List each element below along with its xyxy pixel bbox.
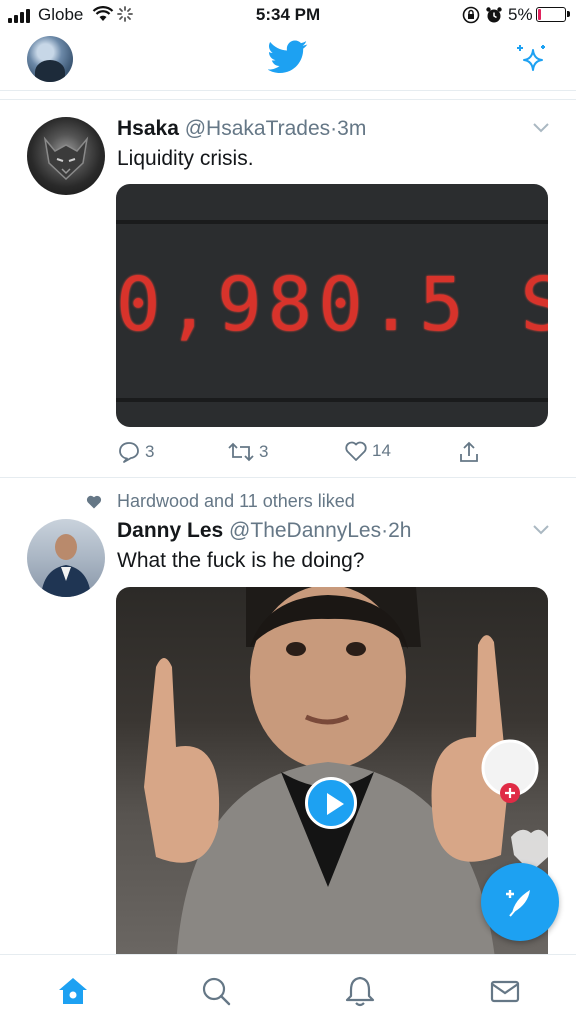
reply-count: 3 — [145, 442, 155, 461]
messages-envelope-icon[interactable] — [489, 975, 521, 1007]
author-handle[interactable]: @HsakaTrades — [185, 117, 330, 140]
like-count: 14 — [372, 441, 391, 460]
tweet-time: 3m — [337, 117, 367, 140]
notifications-bell-icon[interactable] — [344, 975, 376, 1007]
tweet-media-image[interactable]: 0,980.5 ST — [116, 184, 548, 427]
tweet-actions: 3 3 14 — [117, 440, 537, 466]
share-button[interactable] — [457, 440, 481, 464]
ticker-band — [116, 398, 548, 402]
author-name[interactable]: Hsaka — [117, 117, 179, 140]
chevron-down-icon[interactable] — [531, 522, 551, 536]
tweet-text: Liquidity crisis. — [117, 147, 254, 170]
tweet-time: 2h — [388, 519, 412, 542]
heart-icon — [345, 441, 367, 461]
share-icon — [460, 441, 478, 462]
ticker-price-text: 0,980.5 ST — [116, 262, 548, 348]
tweet-hsaka[interactable]: Hsaka @HsakaTrades·3m Liquidity crisis. … — [0, 0, 576, 476]
chevron-down-icon[interactable] — [531, 120, 551, 134]
compose-tweet-button[interactable] — [481, 863, 559, 941]
person-photo-icon — [41, 534, 91, 597]
reply-icon — [119, 442, 139, 463]
tweet-header: Danny Les @TheDannyLes·2h — [117, 519, 411, 543]
social-context-text: Hardwood and 11 others liked — [117, 491, 355, 511]
tweet-text: What the fuck is he doing? — [117, 549, 365, 572]
video-play-button[interactable] — [305, 777, 357, 829]
bottom-tab-bar — [0, 954, 576, 1025]
author-handle[interactable]: @TheDannyLes — [229, 519, 381, 542]
reply-button[interactable]: 3 — [117, 440, 154, 464]
compose-feather-icon — [506, 890, 530, 917]
retweet-count: 3 — [259, 442, 269, 461]
heart-filled-icon — [86, 495, 102, 509]
social-context[interactable]: Hardwood and 11 others liked — [85, 491, 355, 512]
wolf-emblem-icon — [43, 136, 89, 181]
home-icon[interactable] — [56, 975, 90, 1007]
search-icon[interactable] — [200, 975, 232, 1007]
like-button[interactable]: 14 — [344, 440, 391, 462]
retweet-icon — [228, 442, 254, 462]
ticker-band — [116, 220, 548, 224]
tweet-header: Hsaka @HsakaTrades·3m — [117, 117, 366, 141]
tweet-author-avatar[interactable] — [27, 117, 105, 195]
tweet-author-avatar[interactable] — [27, 519, 105, 597]
retweet-button[interactable]: 3 — [227, 440, 268, 464]
author-name[interactable]: Danny Les — [117, 519, 223, 542]
